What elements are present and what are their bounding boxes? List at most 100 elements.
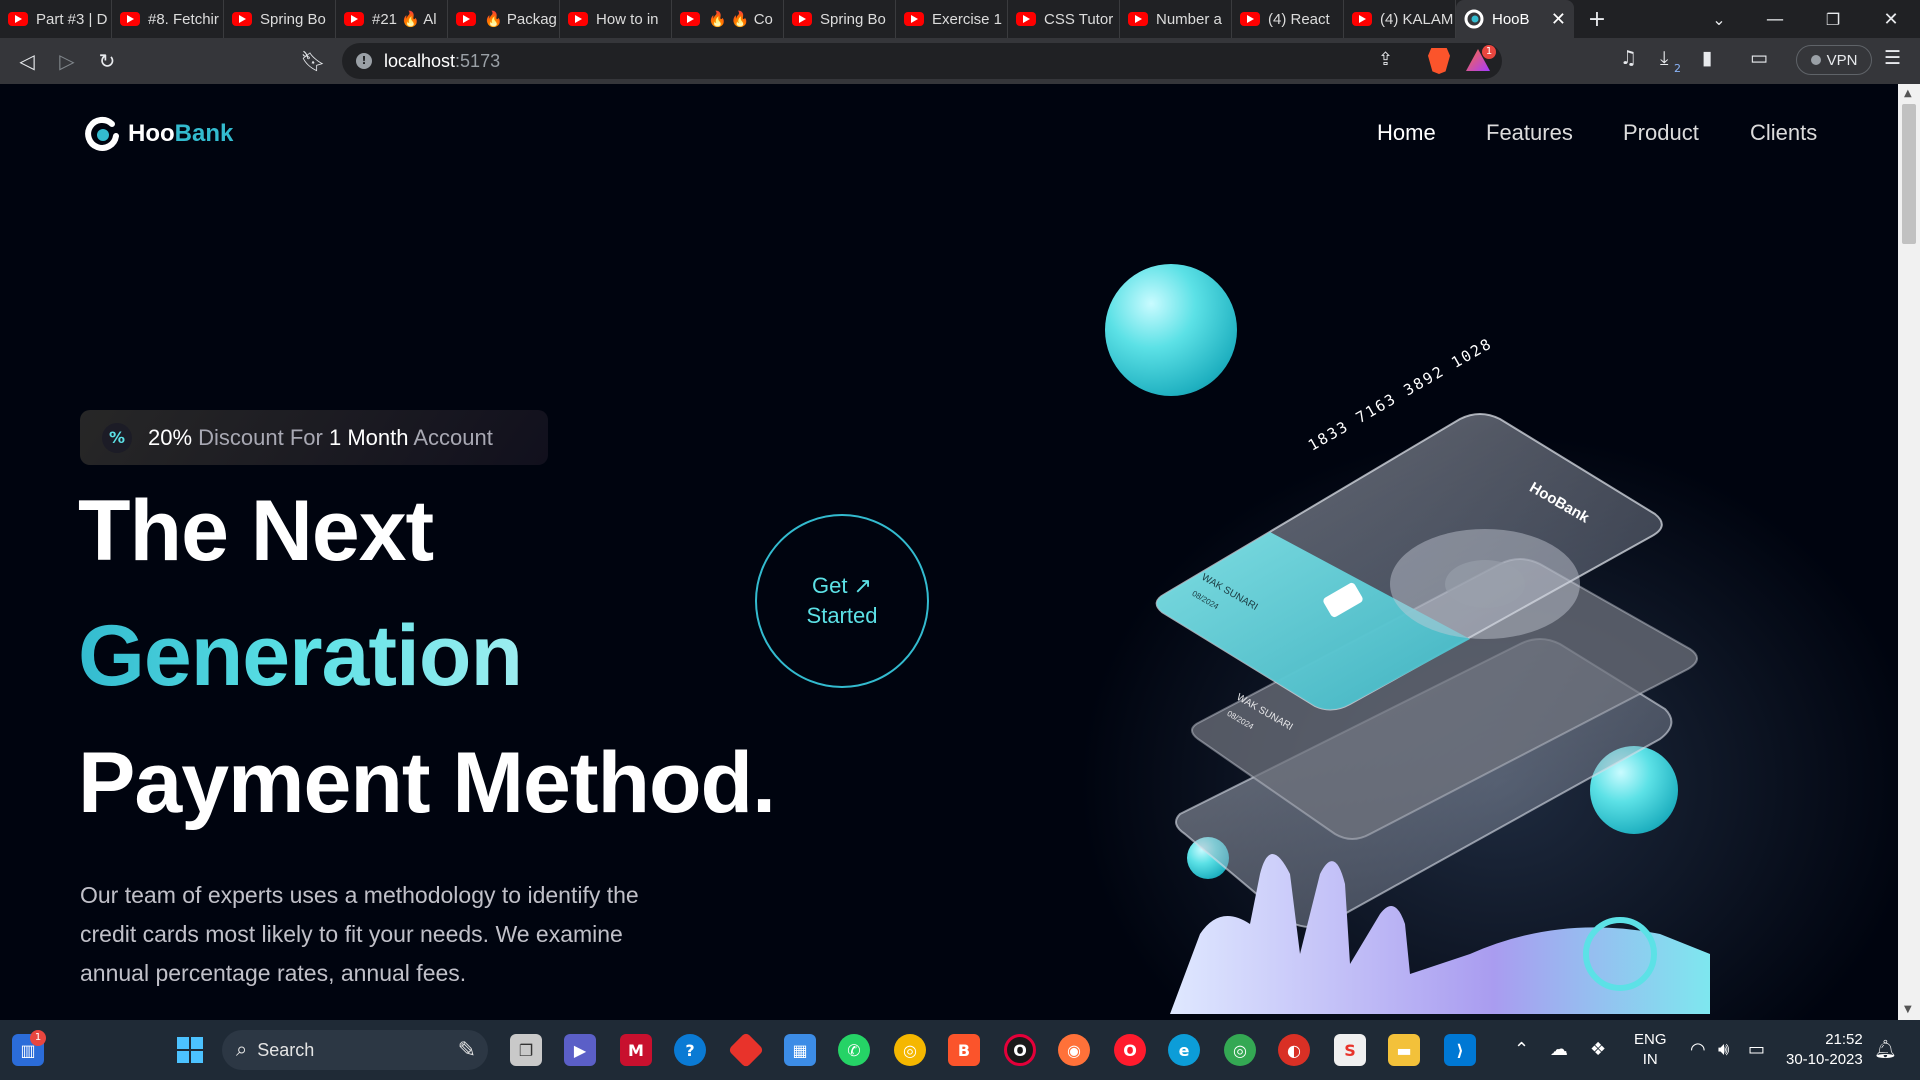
app-s-icon[interactable]: S: [1334, 1034, 1366, 1066]
edge-icon[interactable]: e: [1168, 1034, 1200, 1066]
address-bar[interactable]: ! localhost:5173 ⇪ 1: [342, 43, 1502, 79]
language-indicator[interactable]: ENG IN: [1634, 1020, 1667, 1080]
notifications-bell-icon[interactable]: 🔔︎: [1874, 1039, 1897, 1060]
new-tab-button[interactable]: +: [1574, 7, 1620, 32]
tab-label: (4) React: [1268, 10, 1330, 28]
tab-label: Spring Bo: [820, 10, 886, 28]
youtube-icon: [792, 12, 812, 26]
taskbar-search[interactable]: ⌕ Search ✎: [222, 1030, 488, 1070]
media-icon[interactable]: ♫: [1620, 47, 1637, 69]
vscode-icon[interactable]: ⟩: [1444, 1034, 1476, 1066]
share-icon[interactable]: ⇪: [1378, 49, 1393, 70]
tab-0[interactable]: Part #3 | D: [0, 0, 112, 38]
tray-overflow-icon[interactable]: ⌃: [1514, 1039, 1529, 1060]
tab-5[interactable]: How to in: [560, 0, 672, 38]
tab-6[interactable]: 🔥 🔥 Co: [672, 0, 784, 38]
back-icon[interactable]: ◁: [12, 46, 42, 76]
tab-label: #8. Fetchir: [148, 10, 219, 28]
tab-10[interactable]: Number a: [1120, 0, 1232, 38]
tab-label: Spring Bo: [260, 10, 326, 28]
app-red-icon[interactable]: ◐: [1278, 1034, 1310, 1066]
hero-title-line1: The Next: [78, 483, 434, 579]
site-logo[interactable]: HooBank: [82, 114, 233, 154]
tab-label: CSS Tutor: [1044, 10, 1114, 28]
page-scrollbar[interactable]: ▲ ▼: [1898, 84, 1920, 1020]
app-yellow-icon[interactable]: ◎: [894, 1034, 926, 1066]
tab-label: 🔥 🔥 Co: [708, 11, 773, 28]
tab-9[interactable]: CSS Tutor: [1008, 0, 1120, 38]
hoobank-page: HooBank Home Features Product Clients % …: [0, 84, 1898, 1020]
tab-7[interactable]: Spring Bo: [784, 0, 896, 38]
whatsapp-icon[interactable]: ✆: [838, 1034, 870, 1066]
store-icon[interactable]: ▦: [784, 1034, 816, 1066]
brave-taskbar-icon[interactable]: B: [948, 1034, 980, 1066]
tab-label: Number a: [1156, 10, 1222, 28]
forward-icon[interactable]: ▷: [52, 46, 82, 76]
youtube-icon: [680, 12, 700, 26]
close-tab-icon[interactable]: ✕: [1551, 9, 1566, 30]
wifi-icon[interactable]: ◠: [1690, 1039, 1706, 1060]
wallet-icon[interactable]: ▭: [1750, 47, 1768, 69]
teams-icon[interactable]: ▶: [564, 1034, 596, 1066]
onedrive-icon[interactable]: ☁: [1550, 1039, 1568, 1060]
brave-shields-icon[interactable]: [1428, 48, 1450, 74]
cards-illustration: [1155, 413, 1710, 1014]
sidebar-icon[interactable]: ▮: [1702, 47, 1712, 69]
opera-icon[interactable]: O: [1114, 1034, 1146, 1066]
menu-icon[interactable]: ☰: [1884, 47, 1901, 69]
scroll-down-icon[interactable]: ▼: [1904, 1004, 1912, 1015]
restore-icon[interactable]: ❐: [1804, 0, 1862, 38]
close-window-icon[interactable]: ✕: [1862, 0, 1920, 38]
site-info-icon[interactable]: !: [356, 53, 372, 69]
nav-clients[interactable]: Clients: [1750, 120, 1817, 146]
youtube-icon: [456, 12, 476, 26]
hoobank-logo-icon: [85, 116, 119, 151]
get-started-button[interactable]: Get ↗ Started: [755, 514, 929, 688]
download-icon[interactable]: ⤓: [1660, 47, 1668, 69]
nav-features[interactable]: Features: [1486, 120, 1573, 146]
tab-2[interactable]: Spring Bo: [224, 0, 336, 38]
download-count: 2: [1674, 62, 1681, 75]
firefox-icon[interactable]: ◉: [1058, 1034, 1090, 1066]
tab-12[interactable]: (4) KALAM: [1344, 0, 1456, 38]
bookmark-icon[interactable]: 🔖︎: [298, 46, 328, 76]
discount-icon: %: [102, 422, 132, 453]
notification-badge: 1: [30, 1030, 46, 1046]
mcafee-icon[interactable]: M: [620, 1034, 652, 1066]
tab-label: (4) KALAM: [1380, 10, 1454, 28]
windows-start-icon[interactable]: [174, 1034, 206, 1066]
url-text[interactable]: localhost:5173: [384, 51, 500, 72]
help-icon[interactable]: ?: [674, 1034, 706, 1066]
tab-1[interactable]: #8. Fetchir: [112, 0, 224, 38]
file-explorer-icon[interactable]: ▬: [1388, 1034, 1420, 1066]
tab-8[interactable]: Exercise 1: [896, 0, 1008, 38]
hero-description: Our team of experts uses a methodology t…: [80, 882, 639, 986]
opera-gx-icon[interactable]: O: [1004, 1034, 1036, 1066]
dropbox-icon[interactable]: ❖: [1590, 1039, 1606, 1060]
youtube-icon: [344, 12, 364, 26]
anydesk-icon[interactable]: [727, 1031, 765, 1069]
browser-tab-strip: Part #3 | D #8. Fetchir Spring Bo #21 🔥 Al 🔥…: [0, 0, 1920, 38]
battery-icon[interactable]: ▭: [1748, 1039, 1765, 1060]
youtube-icon: [568, 12, 588, 26]
chrome-icon[interactable]: ◎: [1224, 1034, 1256, 1066]
minimize-icon[interactable]: —: [1746, 0, 1804, 38]
reload-icon[interactable]: ↻: [92, 46, 122, 76]
tab-active[interactable]: HooB ✕: [1456, 0, 1574, 38]
vpn-button[interactable]: VPN: [1796, 45, 1872, 75]
volume-icon[interactable]: 🔊︎: [1718, 1039, 1729, 1060]
tab-label: #21 🔥 Al: [372, 11, 437, 28]
tab-3[interactable]: #21 🔥 Al: [336, 0, 448, 38]
search-icon: ⌕: [236, 1038, 248, 1061]
tab-11[interactable]: (4) React: [1232, 0, 1344, 38]
tab-search-chevron-icon[interactable]: ⌄: [1690, 0, 1748, 38]
tab-4[interactable]: 🔥 Packag: [448, 0, 560, 38]
discount-text: 20% Discount For 1 Month Account: [148, 424, 493, 450]
clock[interactable]: 21:52 30-10-2023: [1786, 1020, 1863, 1080]
nav-product[interactable]: Product: [1623, 120, 1699, 146]
task-view-icon[interactable]: ❐: [510, 1034, 542, 1066]
scroll-up-icon[interactable]: ▲: [1904, 88, 1912, 99]
scroll-thumb[interactable]: [1902, 104, 1916, 244]
nav-home[interactable]: Home: [1377, 120, 1436, 146]
tab-active-label: HooB: [1492, 10, 1530, 28]
